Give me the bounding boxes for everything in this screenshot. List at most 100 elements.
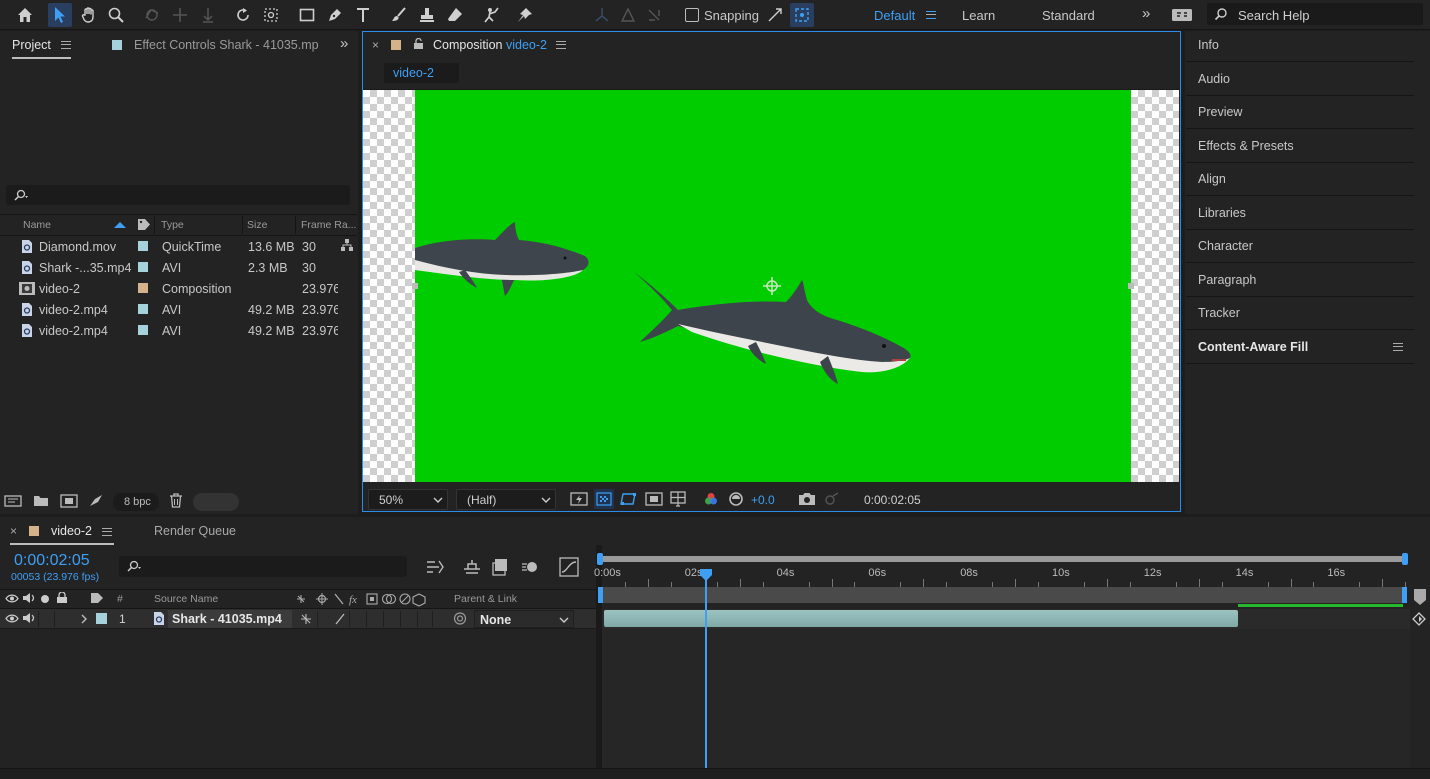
tab-timeline-video-2[interactable]: video-2 <box>51 524 92 538</box>
tab-effect-controls[interactable]: Effect Controls Shark - 41035.mp <box>134 38 319 52</box>
layer-solo-toggle[interactable] <box>38 611 52 627</box>
rectangle-tool-icon[interactable] <box>295 3 319 27</box>
column-type[interactable]: Type <box>161 219 184 231</box>
panel-preview[interactable]: Preview <box>1186 96 1414 129</box>
item-label-color[interactable] <box>138 325 148 335</box>
show-channel-icon[interactable] <box>703 491 719 507</box>
panel-libraries[interactable]: Libraries <box>1186 197 1414 230</box>
item-label-color[interactable] <box>138 241 148 251</box>
comp-flowchart-icon[interactable] <box>425 558 445 576</box>
interpret-footage-icon[interactable] <box>4 494 22 508</box>
layer-visibility-icon[interactable] <box>5 613 19 624</box>
project-item[interactable]: video-2.mp4 AVI 49.2 MB 23.976 <box>0 320 357 341</box>
roto-brush-tool-icon[interactable] <box>479 3 503 27</box>
search-help-field[interactable]: Search Help <box>1207 3 1423 25</box>
expand-layer-chevron-icon[interactable] <box>80 614 88 624</box>
item-label-color[interactable] <box>138 283 148 293</box>
timeline-menu-icon[interactable] <box>102 528 112 536</box>
transparency-grid-toggle[interactable] <box>594 489 614 509</box>
brush-tool-icon[interactable] <box>387 3 411 27</box>
close-composition-icon[interactable]: × <box>372 38 379 52</box>
workspace-learn[interactable]: Learn <box>962 8 995 23</box>
bit-depth-button[interactable]: 8 bpc <box>113 493 159 511</box>
snap-options-icon[interactable] <box>763 3 787 27</box>
thumbnail-scrollbar[interactable] <box>193 493 239 511</box>
hand-tool-icon[interactable] <box>77 3 101 27</box>
home-icon[interactable] <box>13 3 37 27</box>
rotate-tool-icon[interactable] <box>231 3 255 27</box>
current-time-display[interactable]: 0:00:02:05 <box>854 489 930 510</box>
sync-settings-icon[interactable] <box>1170 3 1194 27</box>
panel-content-aware-fill[interactable]: Content-Aware Fill <box>1186 331 1414 364</box>
quality-switch-icon[interactable] <box>333 611 347 626</box>
snapping-checkbox[interactable] <box>685 8 699 22</box>
new-composition-icon[interactable] <box>60 494 78 508</box>
workspace-menu-icon[interactable] <box>926 11 936 19</box>
panel-align[interactable]: Align <box>1186 163 1414 196</box>
lock-column-icon[interactable] <box>56 592 68 604</box>
layer-name-field[interactable]: Shark - 41035.mp4 <box>168 610 292 628</box>
solo-icon[interactable] <box>41 595 49 603</box>
anchor-point-icon[interactable] <box>762 276 782 296</box>
column-size[interactable]: Size <box>247 219 267 231</box>
layer-handle-left[interactable] <box>412 283 418 289</box>
grid-guides-icon[interactable] <box>669 490 687 508</box>
work-area-end-handle[interactable] <box>1402 587 1407 603</box>
reset-exposure-icon[interactable] <box>728 491 744 507</box>
navigator-end-handle[interactable] <box>1402 553 1408 565</box>
region-of-interest-icon[interactable] <box>645 491 663 507</box>
draft-3d-icon[interactable] <box>462 558 482 576</box>
shy-switch-icon[interactable] <box>299 611 313 626</box>
workspace-overflow-icon[interactable]: » <box>1142 5 1150 22</box>
snap-features-icon[interactable] <box>790 3 814 27</box>
work-area-start-handle[interactable] <box>598 587 603 603</box>
sort-ascending-icon[interactable] <box>113 221 127 229</box>
panel-character[interactable]: Character <box>1186 230 1414 263</box>
3d-layer-switch[interactable] <box>417 611 433 627</box>
dolly-camera-icon[interactable] <box>196 3 220 27</box>
graph-editor-icon[interactable] <box>559 557 579 577</box>
item-label-color[interactable] <box>138 304 148 314</box>
axis-local-icon[interactable] <box>590 3 614 27</box>
label-column-icon[interactable] <box>90 592 104 604</box>
collapse-switch[interactable] <box>317 611 331 627</box>
project-item[interactable]: Diamond.mov QuickTime 13.6 MB 30 <box>0 236 357 257</box>
lock-icon[interactable] <box>413 38 424 50</box>
tab-composition-name[interactable]: video-2 <box>506 38 547 52</box>
composition-menu-icon[interactable] <box>556 41 566 49</box>
project-item[interactable]: video-2 Composition 23.976 <box>0 278 357 299</box>
column-source-name[interactable]: Source Name <box>154 593 218 605</box>
close-timeline-icon[interactable]: × <box>10 524 17 538</box>
clone-stamp-tool-icon[interactable] <box>415 3 439 27</box>
new-folder-icon[interactable] <box>33 494 49 507</box>
pen-tool-icon[interactable] <box>323 3 347 27</box>
column-name[interactable]: Name <box>23 219 51 231</box>
label-tag-icon[interactable] <box>137 218 151 231</box>
panel-tracker[interactable]: Tracker <box>1186 297 1414 330</box>
playhead-line[interactable] <box>705 580 707 779</box>
workspace-standard[interactable]: Standard <box>1042 8 1095 23</box>
project-search-input[interactable] <box>6 185 350 205</box>
adjustment-layer-switch[interactable] <box>400 611 416 627</box>
layer-label-color[interactable] <box>96 613 107 624</box>
item-label-color[interactable] <box>138 262 148 272</box>
navigator-start-handle[interactable] <box>597 553 603 565</box>
tab-composition-prefix[interactable]: Composition <box>433 38 502 52</box>
timeline-search-input[interactable] <box>119 556 407 577</box>
content-aware-fill-menu-icon[interactable] <box>1393 343 1403 351</box>
project-item[interactable]: video-2.mp4 AVI 49.2 MB 23.976 <box>0 299 357 320</box>
time-navigator-bar[interactable] <box>600 556 1406 562</box>
fast-previews-icon[interactable] <box>570 491 588 507</box>
panel-overflow-icon[interactable]: » <box>340 35 348 52</box>
show-snapshot-icon[interactable] <box>824 491 840 507</box>
puppet-pin-tool-icon[interactable] <box>513 3 537 27</box>
layer-duration-bar[interactable] <box>604 610 1238 627</box>
pick-whip-icon[interactable] <box>452 611 468 626</box>
motion-blur-icon[interactable] <box>521 558 539 576</box>
exposure-value[interactable]: +0.0 <box>751 493 775 507</box>
timeline-current-time[interactable]: 0:00:02:05 <box>14 552 90 570</box>
frame-blend-switch[interactable] <box>366 611 382 627</box>
effect-switch[interactable] <box>349 611 365 627</box>
snapshot-camera-icon[interactable] <box>798 491 816 507</box>
tab-project[interactable]: Project <box>12 38 51 52</box>
